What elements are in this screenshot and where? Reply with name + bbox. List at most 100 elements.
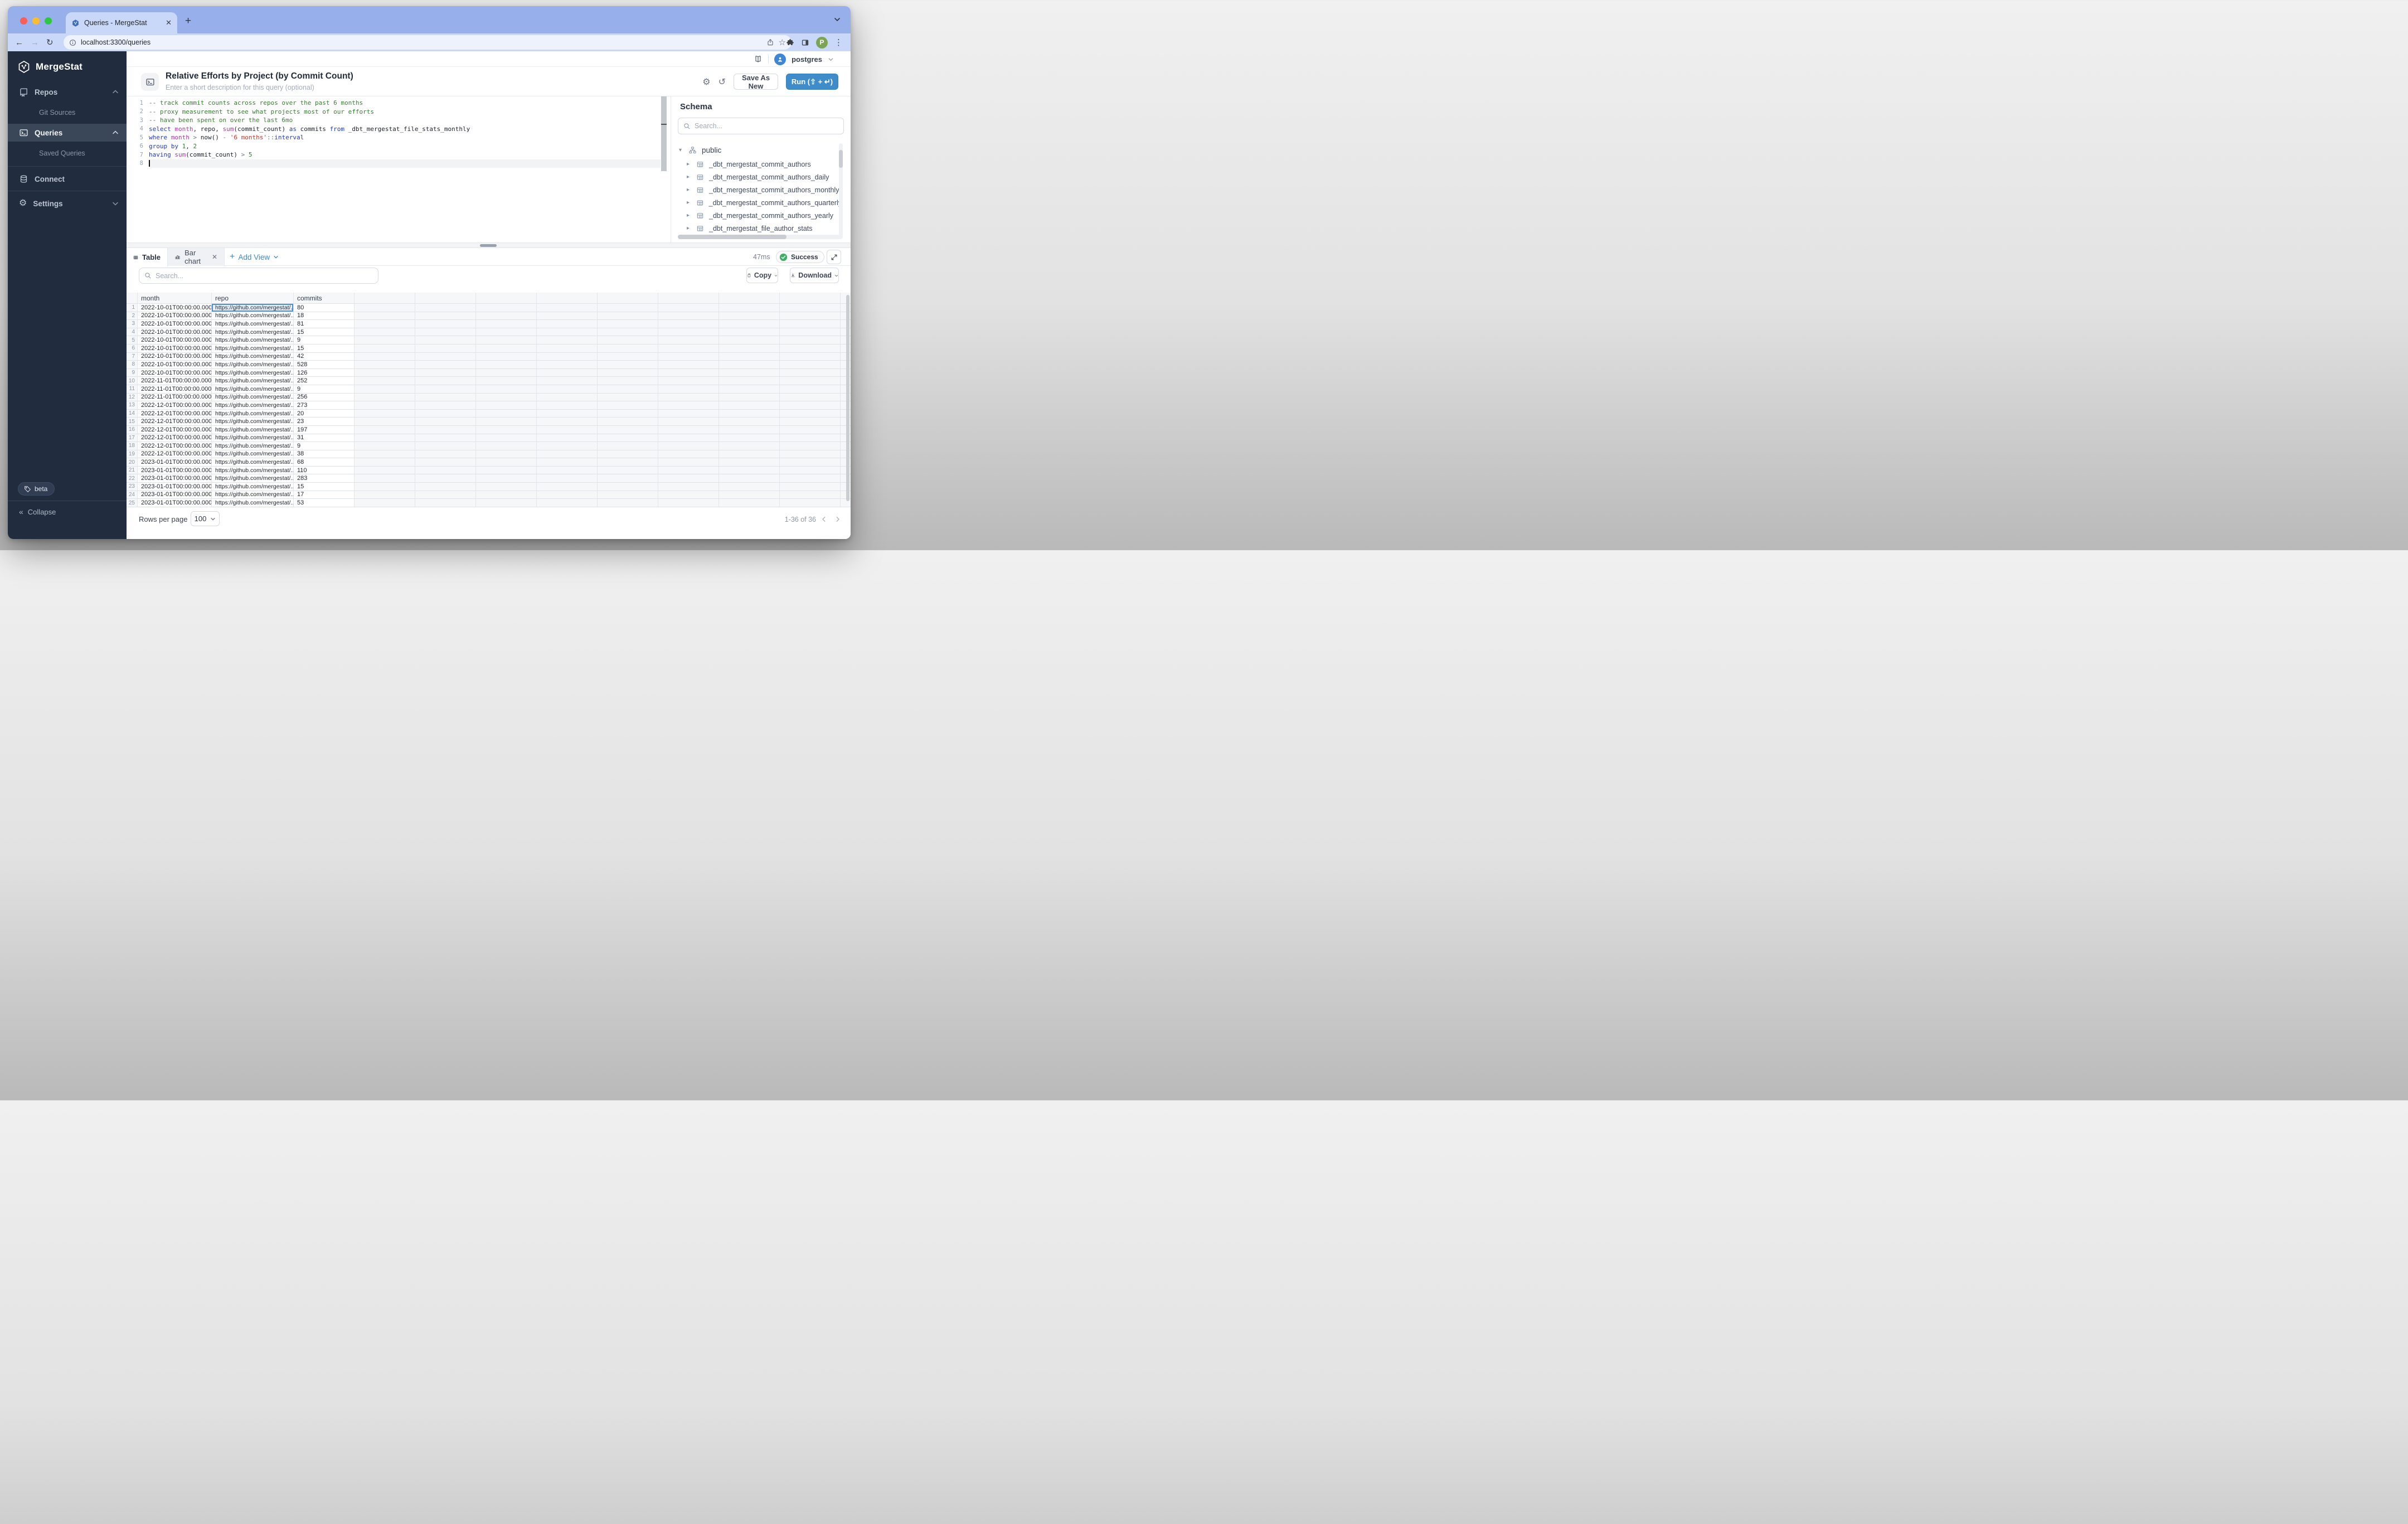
cell-month[interactable]: 2022-12-01T00:00:00.000Z — [138, 418, 212, 426]
download-button[interactable]: Download — [790, 268, 839, 283]
cell-commits[interactable]: 15 — [294, 328, 355, 337]
save-as-new-button[interactable]: Save As New — [734, 74, 778, 90]
cell-commits[interactable]: 17 — [294, 491, 355, 499]
new-tab-button[interactable]: + — [185, 16, 191, 26]
cell-commits[interactable]: 31 — [294, 434, 355, 443]
cell-commits[interactable]: 9 — [294, 385, 355, 394]
drag-handle[interactable] — [480, 244, 497, 247]
code-line[interactable]: 7having sum(commit_count) > 5 — [127, 151, 661, 159]
code-lines[interactable]: 1-- track commit counts across repos ove… — [127, 99, 661, 168]
schema-table-item[interactable]: ▸_dbt_mergestat_file_author_stats — [671, 222, 842, 235]
column-header-month[interactable]: month — [138, 293, 212, 304]
code-line[interactable]: 5where month > now() - '6 months'::inter… — [127, 133, 661, 142]
cell-commits[interactable]: 23 — [294, 418, 355, 426]
schema-table-item[interactable]: ▸_dbt_mergestat_commit_authors_monthly — [671, 183, 842, 196]
cell-commits[interactable]: 256 — [294, 394, 355, 402]
cell-month[interactable]: 2022-10-01T00:00:00.000Z — [138, 320, 212, 328]
sidebar-item-settings[interactable]: ⚙ Settings — [8, 194, 127, 213]
schema-table-item[interactable]: ▸_dbt_mergestat_commit_authors_yearly — [671, 209, 842, 222]
cell-commits[interactable]: 81 — [294, 320, 355, 328]
browser-tab[interactable]: Queries - MergeStat ✕ — [66, 12, 177, 33]
cell-repo[interactable]: https://github.com/mergestat/... — [212, 353, 294, 361]
reload-button[interactable]: ↻ — [46, 38, 54, 47]
docs-book-icon[interactable] — [754, 55, 763, 64]
schema-search-input[interactable] — [695, 122, 838, 130]
cell-month[interactable]: 2022-12-01T00:00:00.000Z — [138, 426, 212, 434]
cell-repo[interactable]: https://github.com/mergestat/... — [212, 385, 294, 394]
tab-table[interactable]: Table — [127, 248, 168, 266]
cell-commits[interactable]: 42 — [294, 353, 355, 361]
cell-repo[interactable]: https://github.com/mergestat/... — [212, 320, 294, 328]
cell-commits[interactable]: 528 — [294, 361, 355, 369]
caret-right-icon[interactable]: ▸ — [687, 212, 691, 219]
cell-month[interactable]: 2022-12-01T00:00:00.000Z — [138, 410, 212, 418]
cell-month[interactable]: 2022-10-01T00:00:00.000Z — [138, 304, 212, 312]
browser-profile-avatar[interactable]: P — [816, 37, 828, 48]
column-header-commits[interactable]: commits — [294, 293, 355, 304]
cell-month[interactable]: 2023-01-01T00:00:00.000Z — [138, 499, 212, 507]
tab-bar-chart[interactable]: Bar chart ✕ — [168, 248, 225, 266]
sidebar-item-queries[interactable]: Queries — [8, 124, 127, 142]
cell-repo[interactable]: https://github.com/mergestat/... — [212, 474, 294, 483]
cell-month[interactable]: 2022-12-01T00:00:00.000Z — [138, 401, 212, 410]
browser-menu-icon[interactable]: ⋮ — [834, 37, 843, 47]
user-avatar[interactable] — [774, 54, 786, 65]
cell-repo[interactable]: https://github.com/mergestat/... — [212, 483, 294, 491]
cell-commits[interactable]: 38 — [294, 450, 355, 459]
cell-month[interactable]: 2022-10-01T00:00:00.000Z — [138, 369, 212, 377]
cell-month[interactable]: 2022-11-01T00:00:00.000Z — [138, 385, 212, 394]
window-zoom-button[interactable] — [45, 17, 52, 25]
cell-repo[interactable]: https://github.com/mergestat/... — [212, 394, 294, 402]
cell-month[interactable]: 2023-01-01T00:00:00.000Z — [138, 467, 212, 475]
column-header-repo[interactable]: repo — [212, 293, 294, 304]
cell-repo[interactable]: https://github.com/mergestat/... — [212, 304, 294, 312]
cell-commits[interactable]: 252 — [294, 377, 355, 385]
user-menu-chevron-icon[interactable] — [828, 56, 834, 62]
cell-repo[interactable]: https://github.com/mergestat/... — [212, 361, 294, 369]
cell-repo[interactable]: https://github.com/mergestat/... — [212, 328, 294, 337]
forward-button[interactable]: → — [31, 38, 39, 47]
cell-commits[interactable]: 110 — [294, 467, 355, 475]
cell-repo[interactable]: https://github.com/mergestat/... — [212, 499, 294, 507]
add-view-button[interactable]: + Add View — [230, 248, 279, 266]
code-line[interactable]: 6group by 1, 2 — [127, 142, 661, 151]
sidebar-item-git-sources[interactable]: Git Sources — [39, 109, 75, 117]
cell-commits[interactable]: 15 — [294, 344, 355, 353]
cell-month[interactable]: 2022-10-01T00:00:00.000Z — [138, 336, 212, 344]
cell-month[interactable]: 2022-10-01T00:00:00.000Z — [138, 344, 212, 353]
cell-commits[interactable]: 197 — [294, 426, 355, 434]
cell-commits[interactable]: 9 — [294, 336, 355, 344]
run-query-button[interactable]: Run (⇧ + ↵) — [786, 74, 838, 90]
window-close-button[interactable] — [20, 17, 27, 25]
code-line[interactable]: 3-- have been spent on over the last 6mo — [127, 116, 661, 125]
cell-month[interactable]: 2023-01-01T00:00:00.000Z — [138, 491, 212, 499]
cell-month[interactable]: 2022-11-01T00:00:00.000Z — [138, 377, 212, 385]
editor-scrollbar[interactable] — [661, 96, 667, 171]
cell-repo[interactable]: https://github.com/mergestat/... — [212, 336, 294, 344]
rows-per-page-select[interactable]: 100 — [191, 511, 220, 526]
cell-month[interactable]: 2023-01-01T00:00:00.000Z — [138, 458, 212, 467]
resize-divider[interactable] — [127, 242, 851, 248]
cell-repo[interactable]: https://github.com/mergestat/... — [212, 450, 294, 459]
next-page-button[interactable] — [833, 515, 842, 523]
schema-node-public[interactable]: ▾ public — [679, 143, 721, 157]
cell-commits[interactable]: 126 — [294, 369, 355, 377]
username[interactable]: postgres — [792, 55, 822, 64]
cell-month[interactable]: 2022-12-01T00:00:00.000Z — [138, 434, 212, 443]
table-scrollbar[interactable] — [846, 295, 849, 501]
cell-repo[interactable]: https://github.com/mergestat/... — [212, 434, 294, 443]
cell-month[interactable]: 2022-12-01T00:00:00.000Z — [138, 442, 212, 450]
cell-commits[interactable]: 53 — [294, 499, 355, 507]
caret-right-icon[interactable]: ▸ — [687, 187, 691, 193]
cell-commits[interactable]: 15 — [294, 483, 355, 491]
cell-repo[interactable]: https://github.com/mergestat/... — [212, 442, 294, 450]
back-button[interactable]: ← — [15, 38, 23, 47]
sidebar-item-saved-queries[interactable]: Saved Queries — [39, 149, 85, 157]
cell-commits[interactable]: 283 — [294, 474, 355, 483]
caret-right-icon[interactable]: ▸ — [687, 200, 691, 206]
schema-horizontal-scrollbar[interactable] — [678, 235, 843, 239]
cell-repo[interactable]: https://github.com/mergestat/... — [212, 377, 294, 385]
sql-editor[interactable]: 1-- track commit counts across repos ove… — [127, 96, 671, 242]
query-title[interactable]: Relative Efforts by Project (by Commit C… — [166, 71, 353, 81]
caret-right-icon[interactable]: ▸ — [687, 174, 691, 180]
